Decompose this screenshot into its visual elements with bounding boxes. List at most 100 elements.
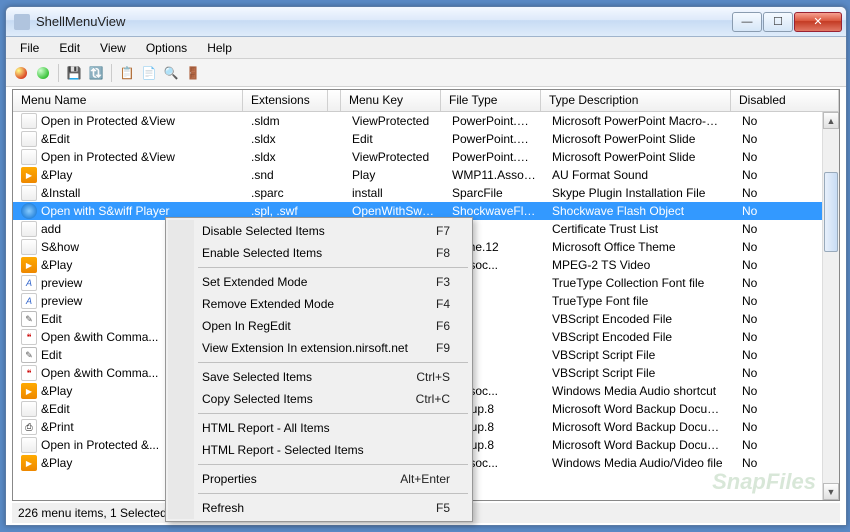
table-row[interactable]: Open in Protected &View.sldxViewProtecte… bbox=[13, 148, 839, 166]
context-item[interactable]: Disable Selected ItemsF7 bbox=[168, 220, 470, 242]
context-shortcut: F9 bbox=[436, 341, 450, 355]
exit-icon[interactable]: 🚪 bbox=[184, 64, 202, 82]
menu-options[interactable]: Options bbox=[136, 38, 197, 58]
cell-menu-name: Open &with Comma... bbox=[41, 366, 158, 380]
context-label: Refresh bbox=[202, 501, 244, 515]
cell-menu-name: &Play bbox=[41, 456, 72, 470]
cell-spacer bbox=[328, 210, 344, 212]
row-icon bbox=[21, 419, 37, 435]
cell-type-desc: Microsoft PowerPoint Slide bbox=[544, 131, 734, 147]
cell-spacer bbox=[328, 120, 344, 122]
cell-menu-name: add bbox=[41, 222, 61, 236]
row-icon bbox=[21, 275, 37, 291]
context-separator bbox=[198, 413, 468, 414]
cell-spacer bbox=[328, 156, 344, 158]
menu-view[interactable]: View bbox=[90, 38, 136, 58]
menu-file[interactable]: File bbox=[10, 38, 49, 58]
menu-help[interactable]: Help bbox=[197, 38, 242, 58]
col-type-desc[interactable]: Type Description bbox=[541, 90, 731, 111]
context-item[interactable]: HTML Report - All Items bbox=[168, 417, 470, 439]
titlebar[interactable]: ShellMenuView — ☐ ✕ bbox=[6, 7, 846, 37]
cell-menu-name: Edit bbox=[41, 312, 62, 326]
cell-spacer bbox=[328, 174, 344, 176]
col-extensions[interactable]: Extensions bbox=[243, 90, 328, 111]
cell-menu-name: &Install bbox=[41, 186, 80, 200]
table-row[interactable]: &Install.sparcinstallSparcFileSkype Plug… bbox=[13, 184, 839, 202]
menu-edit[interactable]: Edit bbox=[49, 38, 90, 58]
context-separator bbox=[198, 267, 468, 268]
cell-menu-name: Open &with Comma... bbox=[41, 330, 158, 344]
context-item[interactable]: PropertiesAlt+Enter bbox=[168, 468, 470, 490]
context-label: Disable Selected Items bbox=[202, 224, 325, 238]
cell-type-desc: Skype Plugin Installation File bbox=[544, 185, 734, 201]
context-item[interactable]: View Extension In extension.nirsoft.netF… bbox=[168, 337, 470, 359]
table-row[interactable]: Open in Protected &View.sldmViewProtecte… bbox=[13, 112, 839, 130]
close-button[interactable]: ✕ bbox=[794, 12, 842, 32]
col-file-type[interactable]: File Type bbox=[441, 90, 541, 111]
disable-icon[interactable] bbox=[12, 64, 30, 82]
refresh-icon[interactable]: 🔃 bbox=[87, 64, 105, 82]
context-item[interactable]: Remove Extended ModeF4 bbox=[168, 293, 470, 315]
maximize-button[interactable]: ☐ bbox=[763, 12, 793, 32]
row-icon bbox=[21, 203, 37, 219]
copy-icon[interactable]: 📋 bbox=[118, 64, 136, 82]
cell-type-desc: Microsoft Word Backup Docum... bbox=[544, 401, 734, 417]
table-row[interactable]: &Play.sndPlayWMP11.Assoc...AU Format Sou… bbox=[13, 166, 839, 184]
context-shortcut: Alt+Enter bbox=[400, 472, 450, 486]
cell-file-type: PowerPoint.Sli... bbox=[444, 131, 544, 147]
scroll-thumb[interactable] bbox=[824, 172, 838, 252]
row-icon bbox=[21, 167, 37, 183]
context-item[interactable]: Open In RegEditF6 bbox=[168, 315, 470, 337]
save-icon[interactable]: 💾 bbox=[65, 64, 83, 82]
cell-type-desc: Microsoft Office Theme bbox=[544, 239, 734, 255]
cell-menu-key: Edit bbox=[344, 131, 444, 147]
cell-type-desc: Microsoft PowerPoint Macro-En... bbox=[544, 113, 734, 129]
enable-icon[interactable] bbox=[34, 64, 52, 82]
app-icon bbox=[14, 14, 30, 30]
row-icon bbox=[21, 221, 37, 237]
cell-file-type: SparcFile bbox=[444, 185, 544, 201]
cell-type-desc: VBScript Encoded File bbox=[544, 329, 734, 345]
vertical-scrollbar[interactable]: ▲ ▼ bbox=[822, 112, 839, 500]
cell-menu-name: Edit bbox=[41, 348, 62, 362]
context-item[interactable]: Set Extended ModeF3 bbox=[168, 271, 470, 293]
row-icon bbox=[21, 365, 37, 381]
cell-type-desc: VBScript Script File bbox=[544, 347, 734, 363]
cell-type-desc: TrueType Font file bbox=[544, 293, 734, 309]
context-item[interactable]: Copy Selected ItemsCtrl+C bbox=[168, 388, 470, 410]
cell-type-desc: TrueType Collection Font file bbox=[544, 275, 734, 291]
context-shortcut: F5 bbox=[436, 501, 450, 515]
row-icon bbox=[21, 401, 37, 417]
row-icon bbox=[21, 329, 37, 345]
row-icon bbox=[21, 257, 37, 273]
context-item[interactable]: HTML Report - Selected Items bbox=[168, 439, 470, 461]
context-label: HTML Report - All Items bbox=[202, 421, 330, 435]
context-item[interactable]: Save Selected ItemsCtrl+S bbox=[168, 366, 470, 388]
scroll-down-icon[interactable]: ▼ bbox=[823, 483, 839, 500]
cell-extensions: .snd bbox=[243, 167, 328, 183]
cell-menu-name: &Play bbox=[41, 168, 72, 182]
cell-type-desc: VBScript Encoded File bbox=[544, 311, 734, 327]
col-menu-key[interactable]: Menu Key bbox=[341, 90, 441, 111]
col-spacer[interactable] bbox=[328, 90, 341, 111]
context-item[interactable]: Refresh F5 bbox=[168, 497, 470, 519]
cell-extensions: .sldx bbox=[243, 131, 328, 147]
cell-menu-name: preview bbox=[41, 294, 82, 308]
cell-menu-key: ViewProtected bbox=[344, 149, 444, 165]
cell-menu-name: preview bbox=[41, 276, 82, 290]
context-label: Save Selected Items bbox=[202, 370, 312, 384]
scroll-up-icon[interactable]: ▲ bbox=[823, 112, 839, 129]
cell-menu-key: ViewProtected bbox=[344, 113, 444, 129]
find-icon[interactable]: 🔍 bbox=[162, 64, 180, 82]
cell-menu-name: &Edit bbox=[41, 132, 70, 146]
cell-menu-name: &Edit bbox=[41, 402, 70, 416]
context-item[interactable]: Enable Selected ItemsF8 bbox=[168, 242, 470, 264]
minimize-button[interactable]: — bbox=[732, 12, 762, 32]
row-icon bbox=[21, 293, 37, 309]
col-disabled[interactable]: Disabled bbox=[731, 90, 839, 111]
cell-file-type: WMP11.Assoc... bbox=[444, 167, 544, 183]
col-menu-name[interactable]: Menu Name bbox=[13, 90, 243, 111]
context-label: Set Extended Mode bbox=[202, 275, 307, 289]
properties-icon[interactable]: 📄 bbox=[140, 64, 158, 82]
table-row[interactable]: &Edit .sldx EditPowerPoint.Sli...Microsoft… bbox=[13, 130, 839, 148]
